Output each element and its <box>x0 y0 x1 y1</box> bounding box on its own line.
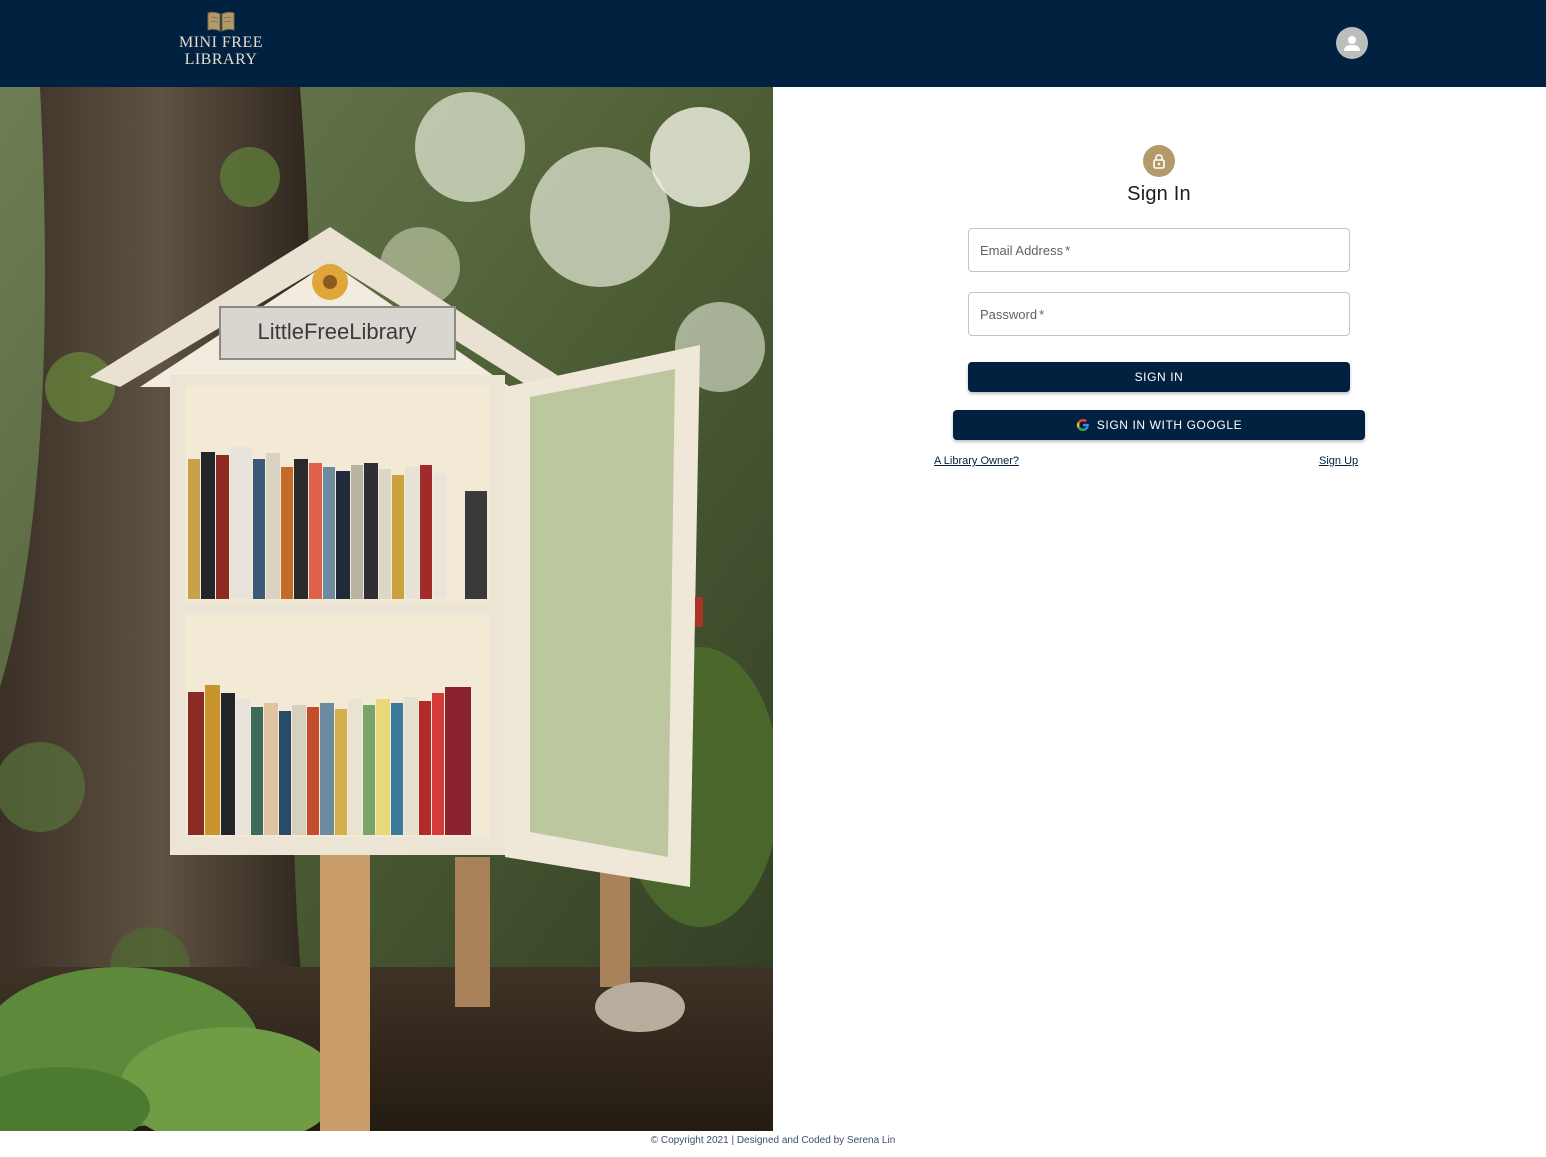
lock-badge <box>1143 145 1175 177</box>
password-input[interactable] <box>969 293 1349 335</box>
lock-icon <box>1153 154 1165 169</box>
email-field[interactable]: Email Address * <box>968 228 1350 272</box>
google-signin-button[interactable]: SIGN IN WITH GOOGLE <box>953 410 1365 440</box>
email-input[interactable] <box>969 229 1349 271</box>
site-logo[interactable]: MINI FREE LIBRARY <box>174 10 268 68</box>
logo-text-line1: MINI FREE <box>178 34 264 51</box>
signin-title: Sign In <box>1127 183 1191 205</box>
footer-copyright: © Copyright 2021 | Designed and Coded by… <box>0 1131 1546 1157</box>
signin-button[interactable]: SIGN IN <box>968 362 1350 392</box>
top-navbar: MINI FREE LIBRARY <box>0 0 1546 87</box>
signin-panel: Sign In Email Address * Password * SIGN IN… <box>773 87 1546 1131</box>
open-book-icon <box>207 11 235 32</box>
password-field[interactable]: Password * <box>968 292 1350 336</box>
logo-text-line2: LIBRARY <box>184 51 258 68</box>
account-avatar-button[interactable] <box>1336 27 1368 59</box>
google-icon <box>1076 419 1089 431</box>
svg-text:LittleFreeLibrary: LittleFreeLibrary <box>258 319 417 344</box>
little-free-library-photo: LittleFreeLibrary <box>0 87 773 1131</box>
library-owner-link[interactable]: A Library Owner? <box>934 455 1019 467</box>
signup-link[interactable]: Sign Up <box>1319 455 1358 467</box>
person-icon <box>1344 36 1360 51</box>
